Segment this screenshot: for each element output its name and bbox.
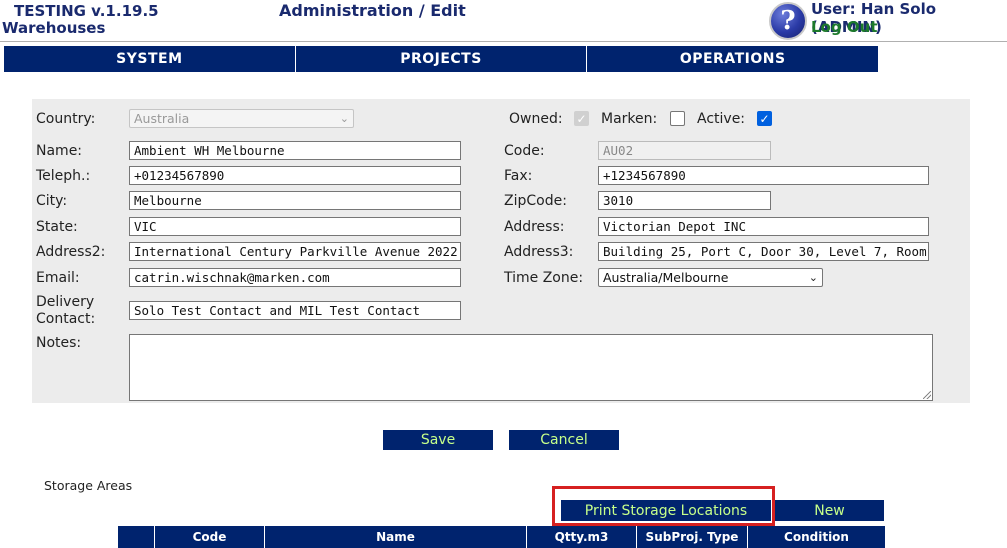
delivery-contact-label: Delivery Contact: <box>36 294 95 328</box>
menu-item-operations[interactable]: OPERATIONS <box>587 46 879 72</box>
address3-label: Address3: <box>504 244 574 260</box>
logout-link[interactable]: Log Out <box>811 18 877 36</box>
active-label: Active: <box>697 111 746 127</box>
chevron-down-icon: ⌄ <box>339 112 349 125</box>
owned-label: Owned: <box>509 111 563 127</box>
chevron-down-icon: ⌄ <box>808 271 818 284</box>
app-header: TESTING v.1.19.5 Warehouses Administrati… <box>0 0 1007 42</box>
fax-input[interactable]: +1234567890 <box>598 166 929 185</box>
page-subtitle: Warehouses <box>2 19 106 37</box>
address3-input[interactable]: Building 25, Port C, Door 30, Level 7, R… <box>598 242 929 261</box>
save-button[interactable]: Save <box>383 430 493 450</box>
address2-label: Address2: <box>36 244 106 260</box>
state-input[interactable]: VIC <box>129 217 461 236</box>
name-input[interactable]: Ambient WH Melbourne <box>129 141 461 160</box>
timezone-select[interactable]: Australia/Melbourne ⌄ <box>598 268 823 287</box>
app-version: TESTING v.1.19.5 <box>14 2 159 20</box>
menu-item-system[interactable]: SYSTEM <box>4 46 296 72</box>
code-label: Code: <box>504 143 545 159</box>
country-value: Australia <box>134 111 190 126</box>
email-input[interactable]: catrin.wischnak@marken.com <box>129 268 461 287</box>
new-storage-area-button[interactable]: New <box>775 500 884 521</box>
storage-table-header: Code Name Qtty.m3 SubProj. Type Conditio… <box>118 526 885 548</box>
address2-input[interactable]: International Century Parkville Avenue 2… <box>129 242 461 261</box>
address-label: Address: <box>504 219 565 235</box>
city-label: City: <box>36 193 68 209</box>
fax-label: Fax: <box>504 168 533 184</box>
email-label: Email: <box>36 270 80 286</box>
main-menu: SYSTEM PROJECTS OPERATIONS <box>4 46 879 72</box>
teleph-input[interactable]: +01234567890 <box>129 166 461 185</box>
timezone-label: Time Zone: <box>504 270 584 286</box>
cancel-button[interactable]: Cancel <box>509 430 619 450</box>
highlight-box <box>552 486 775 526</box>
column-header-code[interactable]: Code <box>155 526 265 548</box>
marken-label: Marken: <box>601 111 658 127</box>
notes-label: Notes: <box>36 335 82 351</box>
zipcode-label: ZipCode: <box>504 193 567 209</box>
resize-grip-icon[interactable] <box>923 391 931 399</box>
code-input[interactable]: AU02 <box>598 141 771 160</box>
address-input[interactable]: Victorian Depot INC <box>598 217 929 236</box>
delivery-label-line1: Delivery <box>36 294 95 310</box>
state-label: State: <box>36 219 78 235</box>
country-select[interactable]: Australia ⌄ <box>129 109 354 128</box>
delivery-contact-input[interactable]: Solo Test Contact and MIL Test Contact <box>129 301 461 320</box>
zipcode-input[interactable]: 3010 <box>598 191 771 210</box>
column-header-name[interactable]: Name <box>265 526 527 548</box>
teleph-label: Teleph.: <box>36 168 91 184</box>
timezone-value: Australia/Melbourne <box>603 270 729 285</box>
marken-checkbox[interactable] <box>670 111 685 126</box>
delivery-label-line2: Contact: <box>36 311 96 327</box>
city-input[interactable]: Melbourne <box>129 191 461 210</box>
page-title: Administration / Edit <box>279 1 466 20</box>
country-label: Country: <box>36 111 96 127</box>
owned-checkbox[interactable]: ✓ <box>574 111 589 126</box>
column-header-select <box>118 526 155 548</box>
active-checkbox[interactable]: ✓ <box>757 111 772 126</box>
name-label: Name: <box>36 143 83 159</box>
column-header-qtty[interactable]: Qtty.m3 <box>527 526 637 548</box>
notes-textarea[interactable] <box>129 334 933 401</box>
column-header-subproj-type[interactable]: SubProj. Type <box>637 526 748 548</box>
column-header-condition[interactable]: Condition <box>748 526 885 548</box>
storage-areas-label: Storage Areas <box>44 478 133 493</box>
warehouse-form: Country: Australia ⌄ Owned: ✓ Marken: Ac… <box>32 99 970 403</box>
help-icon[interactable]: ? <box>769 2 807 40</box>
menu-item-projects[interactable]: PROJECTS <box>295 46 588 72</box>
